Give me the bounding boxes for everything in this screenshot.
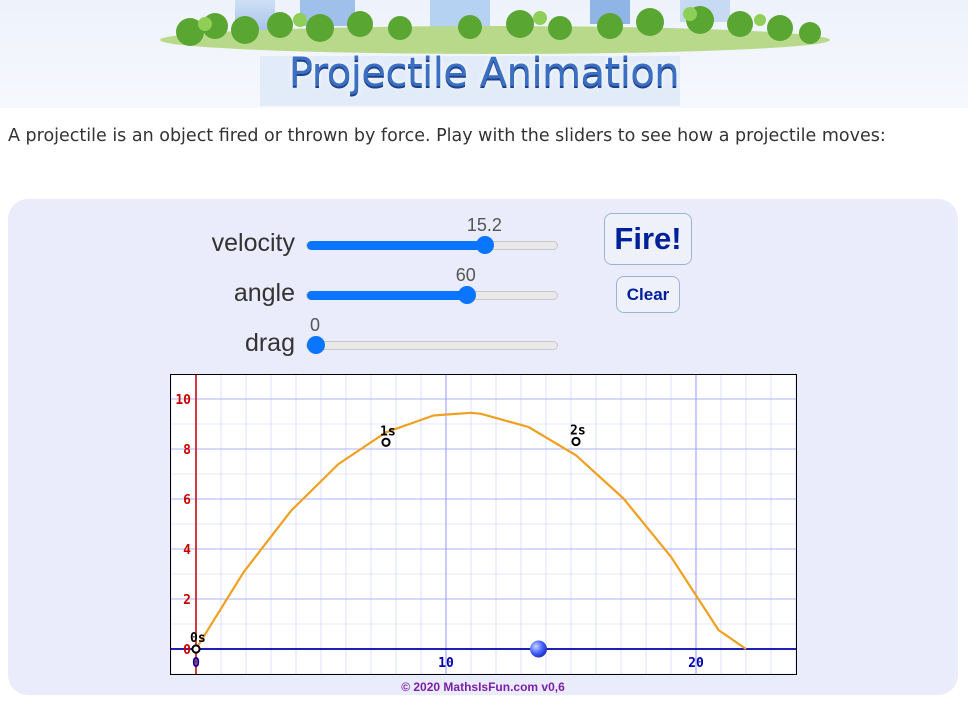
velocity-slider-thumb[interactable]	[476, 236, 495, 254]
velocity-label: velocity	[211, 229, 295, 257]
velocity-value: 15.2	[466, 215, 502, 235]
banner-title: Projectile Animation	[288, 50, 680, 96]
time-marker	[381, 437, 391, 447]
drag-slider-thumb[interactable]	[307, 336, 325, 354]
y-tick-label: 2	[183, 593, 191, 608]
fire-button[interactable]: Fire!	[604, 213, 692, 265]
angle-label: angle	[233, 279, 295, 307]
angle-slider[interactable]	[306, 286, 558, 304]
drag-slider[interactable]	[306, 336, 558, 354]
simulation-panel: velocity 15.2 angle 60 drag 0 Fire! Clea…	[8, 199, 958, 695]
clear-button[interactable]: Clear	[616, 276, 680, 313]
trajectory-plot: 0 10 2002468100s1s 2s	[170, 375, 797, 675]
y-tick-label: 4	[183, 543, 191, 558]
drag-label: drag	[244, 329, 295, 357]
intro-text: A projectile is an object fired or throw…	[8, 126, 886, 146]
x-tick-label: 10	[438, 656, 454, 671]
y-tick-label: 10	[175, 393, 191, 408]
drag-value: 0	[309, 315, 321, 335]
velocity-slider-fill	[307, 241, 490, 250]
time-marker	[191, 644, 201, 654]
x-tick-label: 20	[688, 656, 704, 671]
copyright: © 2020 MathsIsFun.com v0,6	[401, 680, 565, 694]
angle-value: 60	[455, 265, 476, 285]
y-tick-label: 6	[183, 493, 191, 508]
time-marker-label: 2s	[570, 424, 586, 439]
y-tick-label: 8	[183, 443, 191, 458]
time-marker-label: 1s	[380, 424, 396, 439]
trajectory-graph: 0 10 20 0 2 4 6 8 10 0s 1s 2s	[170, 374, 797, 675]
x-tick-label: 0	[192, 656, 200, 671]
angle-slider-fill	[307, 291, 471, 300]
velocity-slider[interactable]	[306, 236, 558, 254]
time-marker	[571, 436, 581, 447]
time-marker-label: 0s	[190, 631, 206, 646]
banner: Projectile Animation	[0, 0, 968, 108]
angle-slider-thumb[interactable]	[457, 286, 476, 304]
projectile-ball	[530, 640, 547, 658]
